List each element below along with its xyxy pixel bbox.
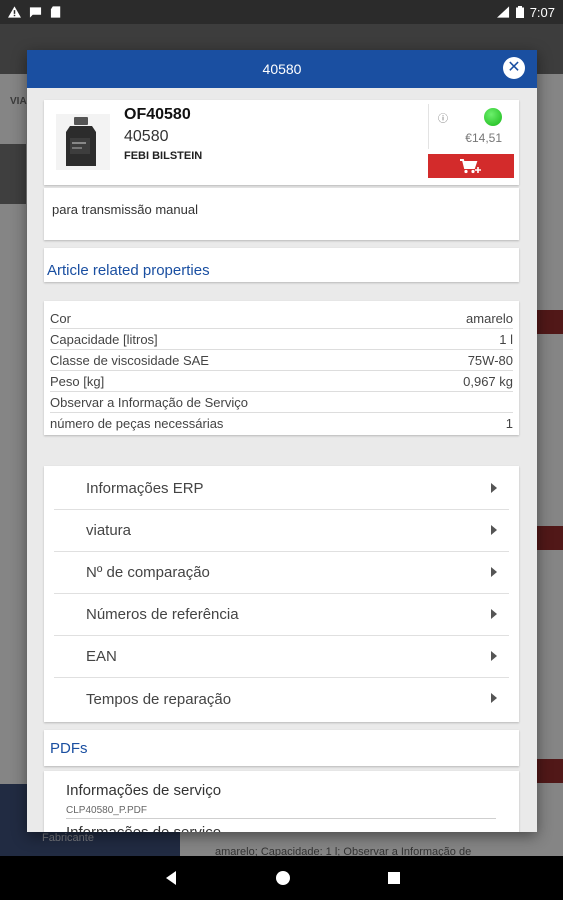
property-row: Peso [kg] 0,967 kg xyxy=(50,371,513,392)
product-image xyxy=(56,114,110,170)
menu-item-label: Números de referência xyxy=(86,606,239,623)
pdf-list: Informações de serviço CLP40580_P.PDF In… xyxy=(44,771,519,832)
property-name: Capacidade [litros] xyxy=(50,331,158,347)
menu-item-label: EAN xyxy=(86,648,117,665)
property-value: 1 xyxy=(505,416,513,431)
pdfs-header: PDFs xyxy=(44,730,519,766)
properties-title: Article related properties xyxy=(47,262,210,279)
dialog-title: 40580 xyxy=(262,61,302,77)
dialog-header: 40580 ✕ xyxy=(27,50,537,88)
home-icon[interactable] xyxy=(275,870,291,886)
article-dialog: 40580 ✕ OF40580 40580 FEBI BILSTEIN ⓘ €1… xyxy=(27,50,537,832)
menu-item-label: Tempos de reparação xyxy=(86,690,232,708)
add-to-cart-button[interactable] xyxy=(428,154,514,178)
property-row: Cor amarelo xyxy=(50,308,513,329)
message-icon xyxy=(29,7,42,18)
close-button[interactable]: ✕ xyxy=(503,57,525,79)
pdf-divider xyxy=(66,818,496,819)
menu-item-reference-numbers[interactable]: Números de referência xyxy=(54,594,509,636)
recents-icon[interactable] xyxy=(387,871,401,885)
pdf-item-title[interactable]: Informações de serviço xyxy=(66,782,221,799)
product-brand: FEBI BILSTEIN xyxy=(124,150,203,162)
menu-item-label: Informações ERP xyxy=(86,480,204,497)
warning-icon xyxy=(8,6,21,18)
sd-card-icon xyxy=(50,6,61,18)
battery-icon xyxy=(515,6,524,18)
property-name: número de peças necessárias xyxy=(50,416,224,431)
properties-table: Cor amarelo Capacidade [litros] 1 l Clas… xyxy=(44,301,519,435)
property-row: Classe de viscosidade SAE 75W-80 xyxy=(50,350,513,371)
back-icon[interactable] xyxy=(163,870,179,886)
property-name: Cor xyxy=(50,310,71,326)
property-row: Capacidade [litros] 1 l xyxy=(50,329,513,350)
price: €14,51 xyxy=(465,131,502,145)
product-card: OF40580 40580 FEBI BILSTEIN ⓘ €14,51 xyxy=(44,100,519,185)
navigation-bar xyxy=(0,856,563,900)
info-icon[interactable]: ⓘ xyxy=(438,110,448,125)
property-value: amarelo xyxy=(466,310,513,326)
status-bar: 7:07 xyxy=(0,0,563,24)
properties-header: Article related properties xyxy=(44,248,519,282)
cart-add-icon xyxy=(460,159,481,174)
property-name: Observar a Informação de Serviço xyxy=(50,394,248,410)
menu-item-label: Nº de comparação xyxy=(86,564,210,581)
pdfs-title: PDFs xyxy=(50,740,88,757)
chevron-right-icon xyxy=(491,609,497,619)
product-code: OF40580 xyxy=(124,106,191,123)
availability-indicator xyxy=(484,108,502,126)
menu-item-repair-times[interactable]: Tempos de reparação xyxy=(54,678,509,720)
detail-menu: Informações ERP viatura Nº de comparação… xyxy=(44,466,519,722)
property-row: número de peças necessárias 1 xyxy=(50,413,513,434)
property-name: Classe de viscosidade SAE xyxy=(50,352,209,368)
menu-item-vehicle[interactable]: viatura xyxy=(54,510,509,552)
property-row: Observar a Informação de Serviço xyxy=(50,392,513,413)
property-value: 0,967 kg xyxy=(463,373,513,389)
close-icon: ✕ xyxy=(507,59,521,76)
chevron-right-icon xyxy=(491,525,497,535)
price-box: ⓘ €14,51 xyxy=(428,104,516,149)
pdf-item-file[interactable]: CLP40580_P.PDF xyxy=(66,805,147,816)
property-name: Peso [kg] xyxy=(50,373,105,389)
chevron-right-icon xyxy=(491,651,497,661)
menu-item-erp[interactable]: Informações ERP xyxy=(54,468,509,510)
product-number: 40580 xyxy=(124,128,169,145)
clock: 7:07 xyxy=(529,4,555,20)
chevron-right-icon xyxy=(491,483,497,493)
pdf-item-title[interactable]: Informações de serviço xyxy=(66,824,221,832)
property-value: 75W-80 xyxy=(467,352,513,368)
description-text: para transmissão manual xyxy=(52,202,198,217)
signal-icon xyxy=(496,6,509,18)
dialog-body[interactable]: OF40580 40580 FEBI BILSTEIN ⓘ €14,51 par xyxy=(27,88,537,832)
menu-item-ean[interactable]: EAN xyxy=(54,636,509,678)
menu-item-label: viatura xyxy=(86,522,132,539)
menu-item-comparison[interactable]: Nº de comparação xyxy=(54,552,509,594)
chevron-right-icon xyxy=(491,567,497,577)
chevron-right-icon xyxy=(491,693,497,703)
description-card: para transmissão manual xyxy=(44,188,519,240)
property-value: 1 l xyxy=(499,331,513,347)
